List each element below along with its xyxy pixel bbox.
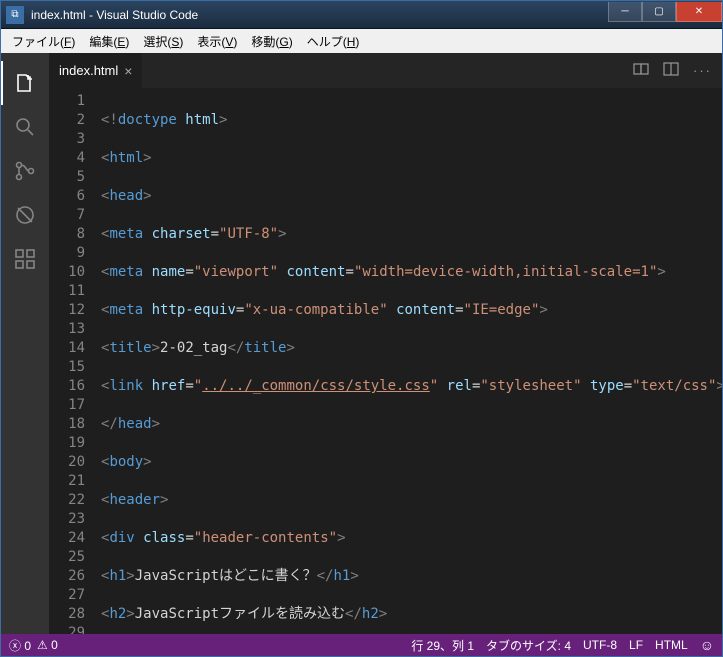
tab-label: index.html (59, 63, 118, 78)
menu-help[interactable]: ヘルプ(H) (300, 31, 367, 52)
menu-bar: ファイル(F) 編集(E) 選択(S) 表示(V) 移動(G) ヘルプ(H) (1, 29, 722, 53)
debug-icon[interactable] (1, 193, 49, 237)
feedback-icon[interactable]: ☺ (700, 637, 714, 653)
activity-bar (1, 53, 49, 634)
window-title: index.html - Visual Studio Code (29, 8, 608, 22)
status-language[interactable]: HTML (655, 638, 688, 652)
tab-bar: index.html × ··· (49, 53, 722, 88)
editor-actions: ··· (633, 53, 722, 88)
code-editor[interactable]: 1234567891011121314151617181920212223242… (49, 88, 722, 634)
menu-go[interactable]: 移動(G) (244, 31, 299, 52)
close-button[interactable]: ✕ (676, 2, 722, 22)
line-numbers: 1234567891011121314151617181920212223242… (49, 88, 101, 634)
source-control-icon[interactable] (1, 149, 49, 193)
compare-icon[interactable] (633, 61, 649, 80)
status-errors[interactable]: ⓧ 0 (9, 637, 31, 654)
status-eol[interactable]: LF (629, 638, 643, 652)
app-icon: ⧉ (6, 6, 24, 24)
maximize-button[interactable]: ▢ (642, 2, 676, 22)
editor-area: index.html × ··· 12345678910111213141516… (49, 53, 722, 634)
extensions-icon[interactable] (1, 237, 49, 281)
app-window: ⧉ index.html - Visual Studio Code ─ ▢ ✕ … (0, 0, 723, 657)
minimize-button[interactable]: ─ (608, 2, 642, 22)
explorer-icon[interactable] (1, 61, 49, 105)
status-indent[interactable]: タブのサイズ: 4 (486, 637, 571, 654)
body-area: index.html × ··· 12345678910111213141516… (1, 53, 722, 634)
tab-close-icon[interactable]: × (124, 63, 132, 79)
titlebar[interactable]: ⧉ index.html - Visual Studio Code ─ ▢ ✕ (1, 1, 722, 29)
status-warnings[interactable]: ⚠ 0 (37, 638, 58, 652)
status-cursor-position[interactable]: 行 29、列 1 (411, 637, 474, 654)
status-bar: ⓧ 0 ⚠ 0 行 29、列 1 タブのサイズ: 4 UTF-8 LF HTML… (1, 634, 722, 656)
status-encoding[interactable]: UTF-8 (583, 638, 617, 652)
code-content[interactable]: <!doctype html> <html> <head> <meta char… (101, 88, 722, 634)
more-actions-icon[interactable]: ··· (693, 63, 712, 78)
menu-file[interactable]: ファイル(F) (5, 31, 82, 52)
tab-index-html[interactable]: index.html × (49, 53, 142, 88)
search-icon[interactable] (1, 105, 49, 149)
menu-view[interactable]: 表示(V) (190, 31, 244, 52)
window-controls: ─ ▢ ✕ (608, 8, 722, 22)
menu-edit[interactable]: 編集(E) (82, 31, 136, 52)
split-editor-icon[interactable] (663, 61, 679, 80)
menu-select[interactable]: 選択(S) (136, 31, 190, 52)
